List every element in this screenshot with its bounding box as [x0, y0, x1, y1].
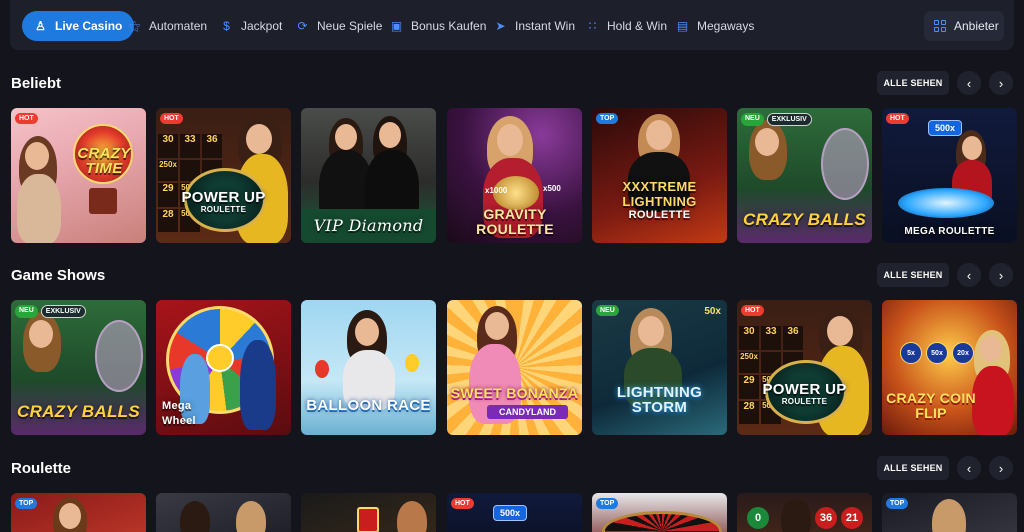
game-logo: SWEET BONANZA — [450, 385, 579, 401]
hot-badge: HOT — [160, 113, 183, 124]
game-card[interactable]: 500x MEGA ROULETTE HOT — [882, 108, 1017, 243]
tab-label: Megaways — [697, 19, 755, 33]
provider-label: Anbieter — [954, 19, 999, 33]
game-card[interactable]: VIP Diamond — [301, 108, 436, 243]
hot-badge: HOT — [741, 305, 764, 316]
tab-instant-win[interactable]: ➤ Instant Win — [484, 11, 585, 41]
game-logo: CRAZY TIME — [77, 145, 131, 177]
exclusive-badge: EXKLUSIV — [40, 305, 86, 318]
game-card[interactable] — [156, 493, 291, 532]
game-card[interactable]: CRAZY BALLS NEU EXKLUSIV — [737, 108, 872, 243]
game-card[interactable]: 50x LIGHTNING STORM NEU — [592, 300, 727, 435]
tab-label: Live Casino — [55, 19, 123, 33]
tab-label: Instant Win — [515, 19, 576, 33]
game-card[interactable]: SWEET BONANZA CANDYLAND — [447, 300, 582, 435]
game-card[interactable] — [301, 493, 436, 532]
game-card[interactable]: CRAZY TIME HOT — [11, 108, 146, 243]
cherries-icon: ⚝ — [128, 18, 141, 33]
game-card[interactable]: Mega Wheel — [156, 300, 291, 435]
next-arrow-icon[interactable]: › — [989, 456, 1013, 480]
game-card[interactable]: TOP — [11, 493, 146, 532]
game-row-roulette: TOP 500x HOT TOP 0 36 21 TOP — [11, 493, 1018, 532]
prev-arrow-icon[interactable]: ‹ — [957, 456, 981, 480]
game-card[interactable]: XXXTREME LIGHTNING ROULETTE TOP — [592, 108, 727, 243]
tab-automaten[interactable]: ⚝ Automaten — [118, 11, 217, 41]
top-badge: TOP — [15, 498, 38, 509]
rocket-icon: ➤ — [495, 18, 506, 33]
see-all-button[interactable]: ALLE SEHEN — [877, 71, 949, 95]
game-row-beliebt: CRAZY TIME HOT 30 33 36 250x 29 500x 28 … — [11, 108, 1018, 243]
game-logo: BALLOON RACE — [306, 397, 431, 414]
tab-jackpot[interactable]: $ Jackpot — [210, 11, 292, 41]
hot-badge: HOT — [15, 113, 38, 124]
game-card[interactable]: CRAZY BALLS NEU EXKLUSIV — [11, 300, 146, 435]
top-badge: TOP — [886, 498, 909, 509]
category-nav-bar: ♙ Live Casino ⚝ Automaten $ Jackpot ⟳ Ne… — [10, 0, 1014, 50]
game-logo: VIP Diamond — [313, 216, 424, 235]
section-title-game-shows: Game Shows — [11, 267, 106, 284]
game-logo: CRAZY COIN FLIP — [886, 390, 976, 421]
game-logo: MEGA ROULETTE — [904, 226, 995, 237]
tab-label: Automaten — [149, 19, 208, 33]
cards-icon: ▤ — [676, 18, 689, 33]
tab-label: Neue Spiele — [317, 19, 383, 33]
tab-bonus-kaufen[interactable]: ▣ Bonus Kaufen — [380, 11, 496, 41]
dots-grid-icon: ∷ — [588, 18, 597, 33]
game-logo: CRAZY BALLS — [743, 210, 866, 229]
prev-arrow-icon[interactable]: ‹ — [957, 263, 981, 287]
lightning-icon: ⟳ — [297, 18, 308, 33]
game-row-game-shows: CRAZY BALLS NEU EXKLUSIV Mega Wheel BALL… — [11, 300, 1018, 435]
hot-badge: HOT — [451, 498, 474, 509]
new-badge: NEU — [596, 305, 619, 316]
tab-label: Hold & Win — [607, 19, 668, 33]
see-all-button[interactable]: ALLE SEHEN — [877, 456, 949, 480]
game-card[interactable]: 5x 50x 20x CRAZY COIN FLIP — [882, 300, 1017, 435]
game-card[interactable]: TOP — [882, 493, 1017, 532]
game-logo: CRAZY BALLS — [17, 402, 140, 421]
top-badge: TOP — [596, 113, 619, 124]
tab-megaways[interactable]: ▤ Megaways — [666, 11, 764, 41]
game-card[interactable]: 30 33 36 250x 29 500x 28 500x POWER UP R… — [737, 300, 872, 435]
game-logo: XXXTREME LIGHTNING — [622, 179, 697, 209]
game-card[interactable]: 500x HOT — [447, 493, 582, 532]
hot-badge: HOT — [886, 113, 909, 124]
next-arrow-icon[interactable]: › — [989, 71, 1013, 95]
provider-filter-button[interactable]: Anbieter — [924, 11, 1004, 41]
dealer-icon: ♙ — [35, 18, 46, 33]
game-logo: LIGHTNING STORM — [616, 384, 703, 416]
tab-label: Bonus Kaufen — [411, 19, 487, 33]
grid-icon — [934, 20, 946, 32]
moneybag-icon: $ — [223, 18, 230, 33]
game-card[interactable]: TOP — [592, 493, 727, 532]
tab-hold-win[interactable]: ∷ Hold & Win — [576, 11, 677, 41]
exclusive-badge: EXKLUSIV — [766, 113, 812, 126]
game-card[interactable]: x1000 x500 GRAVITY ROULETTE — [447, 108, 582, 243]
gift-icon: ▣ — [390, 18, 403, 33]
game-card[interactable]: BALLOON RACE — [301, 300, 436, 435]
tab-label: Jackpot — [241, 19, 283, 33]
new-badge: NEU — [15, 305, 38, 318]
section-title-roulette: Roulette — [11, 460, 71, 477]
game-card[interactable]: 30 33 36 250x 29 500x 28 500x POWER UP R… — [156, 108, 291, 243]
see-all-button[interactable]: ALLE SEHEN — [877, 263, 949, 287]
game-logo: GRAVITY ROULETTE — [476, 206, 554, 237]
top-badge: TOP — [596, 498, 619, 509]
section-title-beliebt: Beliebt — [11, 75, 62, 92]
next-arrow-icon[interactable]: › — [989, 263, 1013, 287]
game-card[interactable]: 0 36 21 — [737, 493, 872, 532]
prev-arrow-icon[interactable]: ‹ — [957, 71, 981, 95]
tab-neue-spiele[interactable]: ⟳ Neue Spiele — [286, 11, 392, 41]
new-badge: NEU — [741, 113, 764, 126]
game-logo: Mega Wheel — [162, 400, 196, 427]
